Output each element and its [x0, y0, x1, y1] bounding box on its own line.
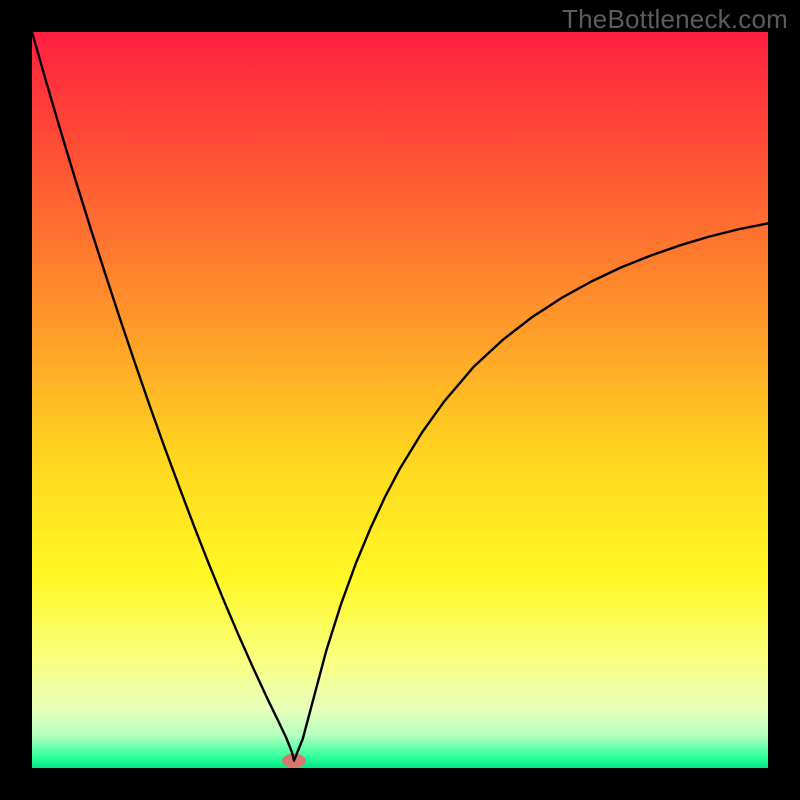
watermark-text: TheBottleneck.com: [562, 4, 788, 35]
chart-svg: [32, 32, 768, 768]
plot-area: [32, 32, 768, 768]
chart-frame: TheBottleneck.com: [0, 0, 800, 800]
plot-background: [32, 32, 768, 768]
